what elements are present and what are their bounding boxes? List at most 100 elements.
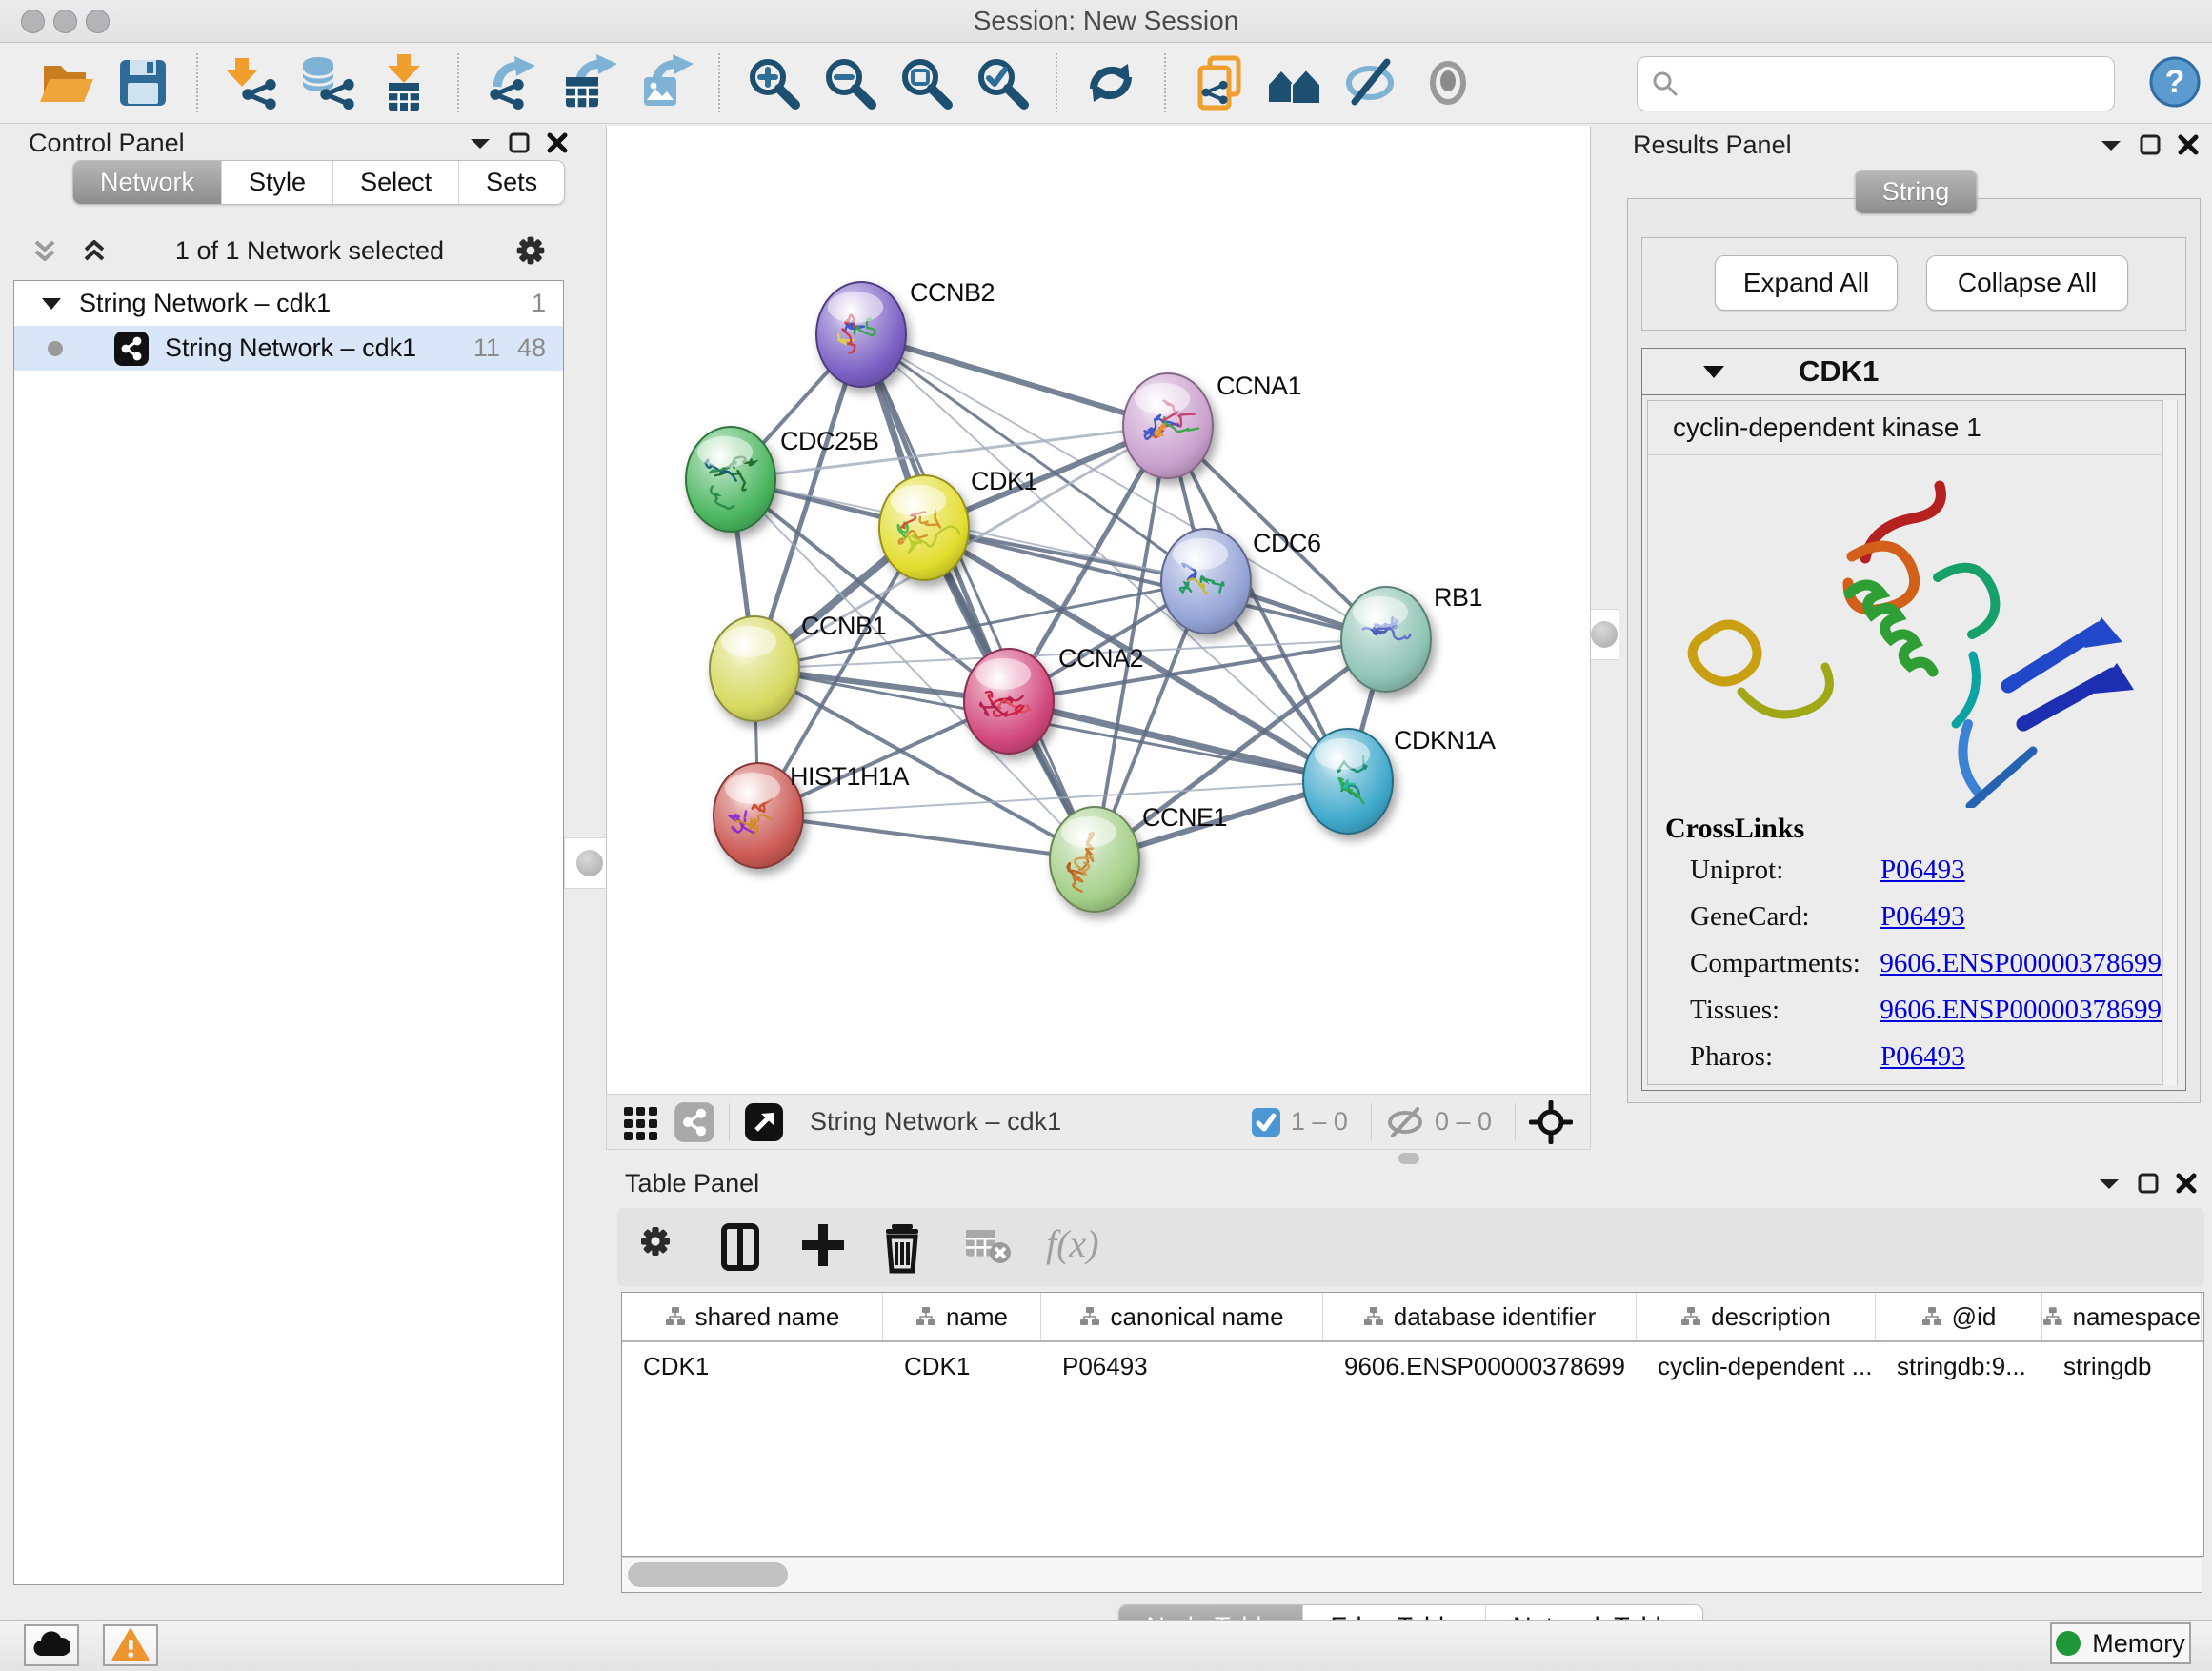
- table-cell[interactable]: CDK1: [883, 1342, 1041, 1390]
- protein-name: CDK1: [1799, 354, 1879, 389]
- network-node-RB1[interactable]: [1341, 587, 1431, 692]
- refresh-icon[interactable]: [1078, 50, 1143, 115]
- home-icon[interactable]: [1263, 50, 1328, 115]
- network-node-CDKN1A[interactable]: [1303, 729, 1393, 834]
- zoom-fit-icon[interactable]: [894, 50, 958, 115]
- float-panel-icon[interactable]: [2140, 134, 2161, 155]
- network-node-CDC6[interactable]: [1161, 529, 1251, 634]
- tree-expander-icon[interactable]: [41, 296, 62, 312]
- close-panel-icon[interactable]: [547, 132, 568, 153]
- horizontal-splitter-handle[interactable]: [1398, 1153, 1419, 1164]
- export-image-icon[interactable]: [633, 50, 697, 115]
- column-header-database-identifier[interactable]: database identifier: [1323, 1293, 1637, 1340]
- column-header-shared-name[interactable]: shared name: [622, 1293, 883, 1340]
- cloud-status-button[interactable]: [24, 1624, 79, 1666]
- float-panel-icon[interactable]: [2138, 1173, 2159, 1194]
- crosslink-link[interactable]: 9606.ENSP00000378699: [1880, 995, 2162, 1026]
- network-options-gear-icon[interactable]: [511, 231, 551, 271]
- birds-eye-view-icon[interactable]: [1529, 1100, 1573, 1144]
- network-node-CCNA2[interactable]: [964, 649, 1054, 754]
- save-session-icon[interactable]: [111, 50, 175, 115]
- table-cell[interactable]: stringdb: [2042, 1342, 2202, 1390]
- close-panel-icon[interactable]: [2176, 1173, 2197, 1194]
- table-settings-icon[interactable]: [634, 1220, 688, 1274]
- expand-all-button[interactable]: Expand All: [1715, 255, 1898, 311]
- detach-view-icon[interactable]: [743, 1101, 785, 1143]
- import-network-icon[interactable]: [219, 50, 284, 115]
- results-scrollbar[interactable]: [2162, 400, 2178, 1085]
- table-row[interactable]: CDK1CDK1P064939606.ENSP00000378699cyclin…: [622, 1342, 2203, 1390]
- network-node-CCNA1[interactable]: [1123, 373, 1213, 478]
- import-database-icon[interactable]: [295, 50, 360, 115]
- panel-menu-icon[interactable]: [2100, 137, 2122, 152]
- network-canvas[interactable]: CCNB2CCNA1CDC25BCDK1CDC6RB1CCNB1CCNA2CDK…: [606, 126, 1591, 1094]
- column-header-name[interactable]: name: [883, 1293, 1041, 1340]
- network-row[interactable]: String Network – cdk1 11 48: [14, 326, 563, 371]
- select-columns-icon[interactable]: [716, 1220, 770, 1274]
- clone-network-icon[interactable]: [1187, 50, 1252, 115]
- crosslink-link[interactable]: P06493: [1880, 855, 1965, 886]
- crosslink-link[interactable]: P06493: [1880, 901, 1965, 933]
- collapse-all-button[interactable]: Collapse All: [1926, 255, 2128, 311]
- collapse-all-networks-icon[interactable]: [30, 236, 59, 265]
- network-edge[interactable]: [758, 815, 1095, 859]
- import-table-icon[interactable]: [372, 50, 436, 115]
- network-node-CDC25B[interactable]: [686, 427, 775, 532]
- crosslinks-title: CrossLinks: [1665, 813, 2162, 845]
- search-input[interactable]: [1687, 69, 2104, 100]
- collapse-section-icon[interactable]: [1701, 363, 1726, 380]
- scrollbar-thumb[interactable]: [628, 1562, 788, 1587]
- tab-select[interactable]: Select: [332, 161, 458, 204]
- eye-icon[interactable]: [1416, 50, 1480, 115]
- export-network-icon[interactable]: [480, 50, 545, 115]
- zoom-out-icon[interactable]: [817, 50, 882, 115]
- table-cell[interactable]: 9606.ENSP00000378699: [1323, 1342, 1637, 1390]
- warnings-button[interactable]: [103, 1624, 158, 1666]
- open-session-icon[interactable]: [34, 50, 99, 115]
- memory-button[interactable]: Memory: [2050, 1622, 2191, 1664]
- grid-view-icon[interactable]: [622, 1103, 660, 1141]
- table-cell[interactable]: P06493: [1041, 1342, 1323, 1390]
- search-field[interactable]: [1637, 56, 2115, 111]
- help-icon[interactable]: ?: [2147, 54, 2202, 110]
- tab-string[interactable]: String: [1856, 171, 1977, 213]
- view-network-icon[interactable]: [674, 1101, 715, 1143]
- panel-menu-icon[interactable]: [469, 135, 492, 151]
- network-collection-row[interactable]: String Network – cdk1 1: [14, 281, 563, 326]
- selected-counts: 1 – 0: [1291, 1107, 1348, 1137]
- float-panel-icon[interactable]: [509, 132, 530, 153]
- column-header-@id[interactable]: @id: [1876, 1293, 2042, 1340]
- delete-column-icon[interactable]: [880, 1220, 934, 1274]
- export-table-icon[interactable]: [556, 50, 621, 115]
- close-panel-icon[interactable]: [2178, 134, 2199, 155]
- table-cell[interactable]: cyclin-dependent ...: [1637, 1342, 1876, 1390]
- table-cell[interactable]: stringdb:9...: [1876, 1342, 2042, 1390]
- network-edge[interactable]: [861, 334, 1168, 426]
- protein-header[interactable]: CDK1: [1642, 349, 2185, 395]
- network-node-CCNE1[interactable]: [1050, 807, 1139, 912]
- memory-status-dot: [2056, 1631, 2081, 1656]
- network-node-CCNB1[interactable]: [710, 616, 799, 721]
- hidden-eye-icon[interactable]: [1385, 1105, 1425, 1139]
- network-node-CDK1[interactable]: [879, 475, 969, 580]
- table-horizontal-scrollbar[interactable]: [621, 1557, 2202, 1593]
- table-cell[interactable]: CDK1: [622, 1342, 883, 1390]
- column-header-canonical-name[interactable]: canonical name: [1041, 1293, 1323, 1340]
- expand-all-networks-icon[interactable]: [80, 236, 109, 265]
- node-table[interactable]: shared namenamecanonical namedatabase id…: [621, 1292, 2204, 1557]
- zoom-in-icon[interactable]: [741, 50, 806, 115]
- panel-menu-icon[interactable]: [2098, 1176, 2121, 1191]
- tab-sets[interactable]: Sets: [458, 161, 564, 204]
- crosslink-link[interactable]: P06493: [1880, 1041, 1965, 1073]
- network-node-CCNB2[interactable]: [816, 282, 906, 387]
- hide-panel-icon[interactable]: [1339, 50, 1404, 115]
- warning-icon: [111, 1628, 150, 1662]
- column-header-namespace[interactable]: namespace: [2042, 1293, 2202, 1340]
- column-header-description[interactable]: description: [1637, 1293, 1876, 1340]
- tab-network[interactable]: Network: [73, 161, 221, 204]
- add-column-icon[interactable]: [798, 1220, 852, 1274]
- zoom-selected-icon[interactable]: [970, 50, 1035, 115]
- selected-checkbox-icon[interactable]: [1251, 1107, 1281, 1137]
- crosslink-link[interactable]: 9606.ENSP00000378699: [1880, 948, 2162, 979]
- tab-style[interactable]: Style: [221, 161, 332, 204]
